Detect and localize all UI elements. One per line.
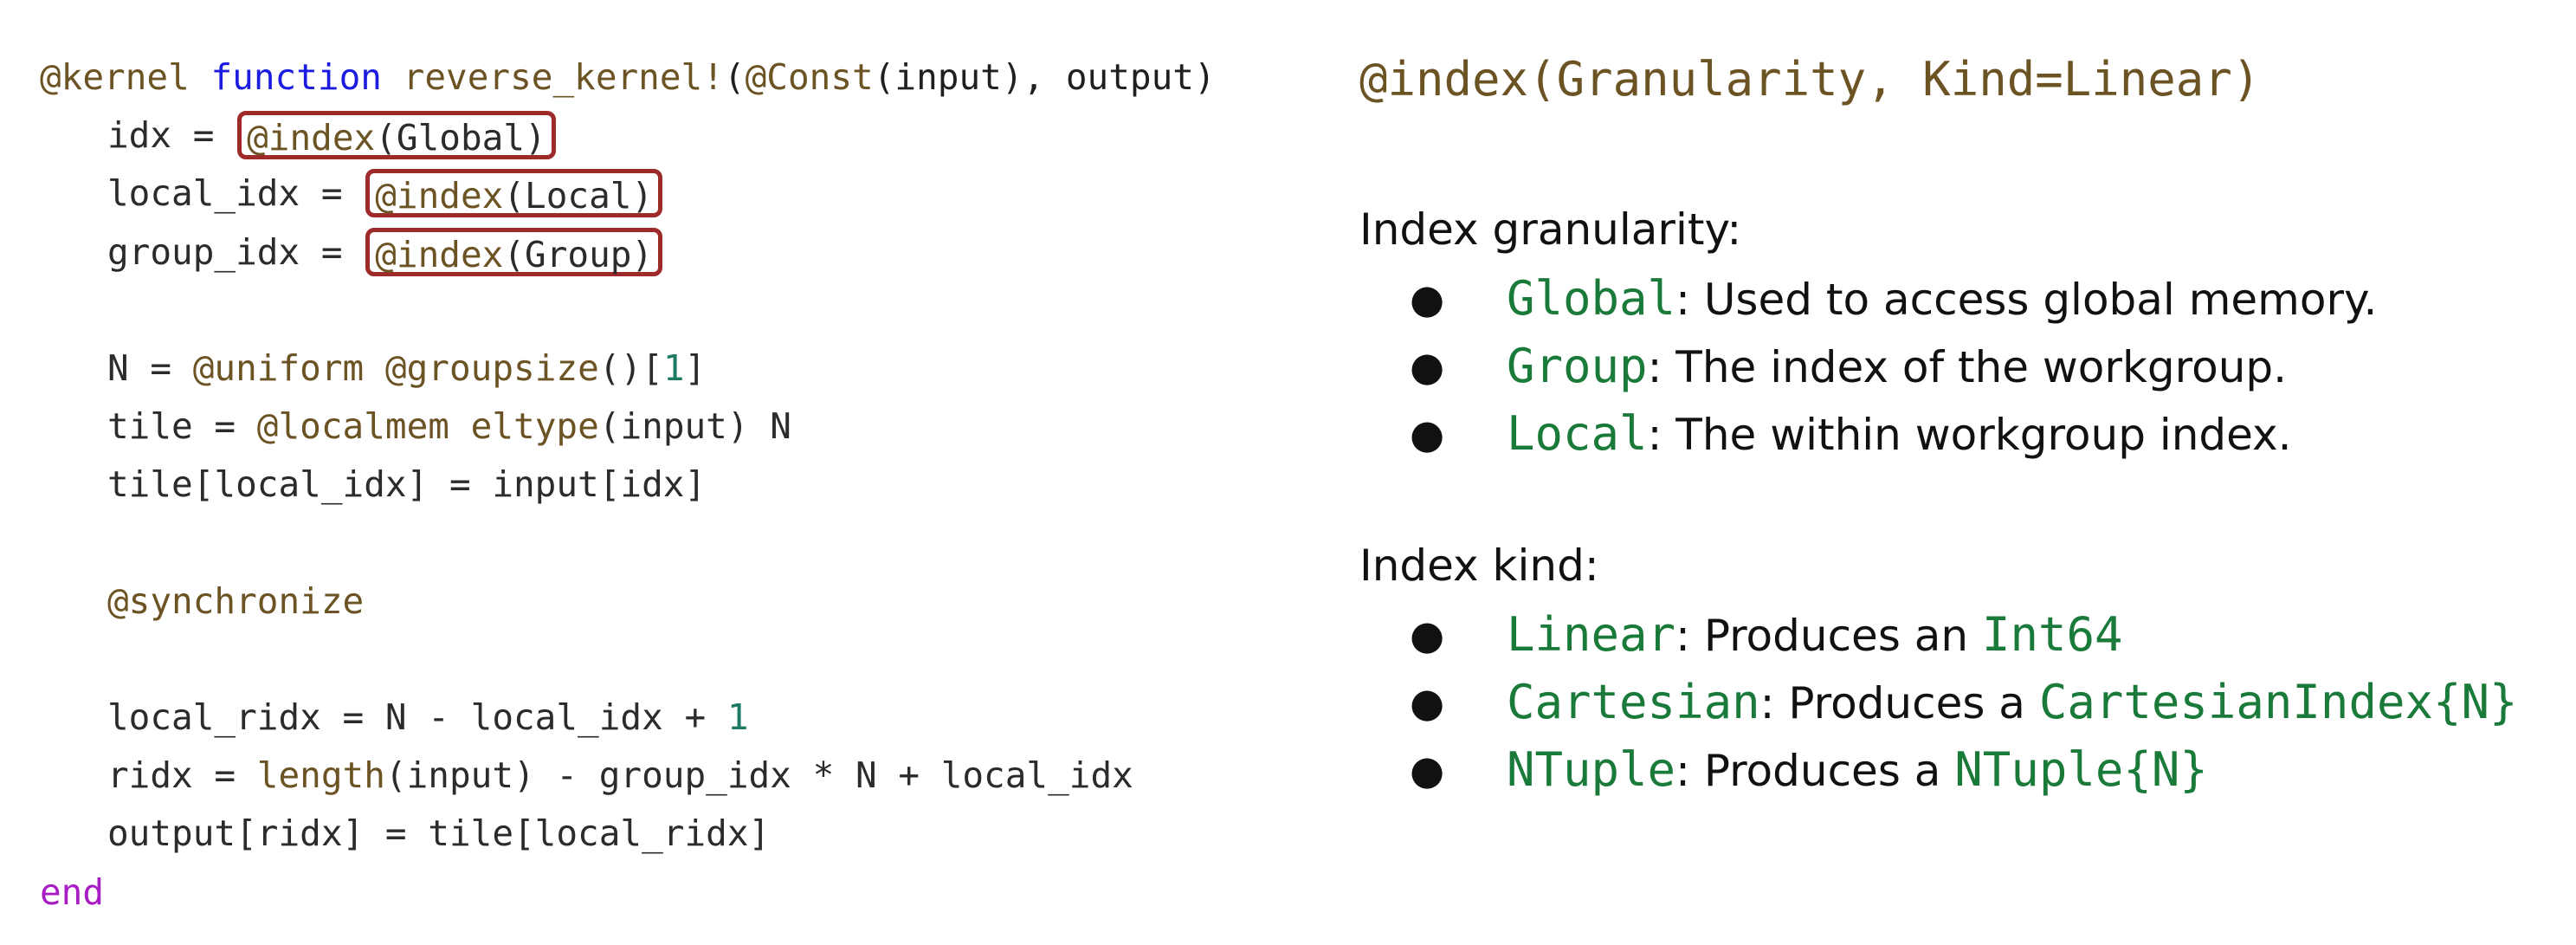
- code-line-10: @synchronize: [40, 573, 1339, 631]
- code-line-13: ridx = length(input) - group_idx * N + l…: [40, 747, 1339, 805]
- const-macro: @Const: [745, 56, 874, 98]
- function-keyword: function: [210, 56, 382, 98]
- code-line-2: idx = @index(Global): [40, 107, 1339, 165]
- index-macro: @index: [375, 175, 504, 217]
- local-ridx-assign: local_ridx = N - local_idx +: [107, 696, 727, 739]
- granularity-desc: : The index of the workgroup.: [1647, 342, 2288, 392]
- kind-desc: : Produces a: [1675, 746, 1955, 796]
- kind-type: Int64: [1981, 607, 2123, 662]
- code-line-6: N = @uniform @groupsize()[1]: [40, 340, 1339, 398]
- length-function: length: [256, 754, 385, 797]
- code-line-8: tile[local_idx] = input[idx]: [40, 456, 1339, 514]
- index-macro: @index: [375, 233, 504, 275]
- bullet: ●: [1410, 747, 1445, 793]
- granularity-name: Group: [1507, 339, 1648, 393]
- paren-open: (: [723, 56, 746, 98]
- list-item-ntuple: ● NTuple: Produces a NTuple{N}: [1359, 736, 2567, 804]
- code-line-1: @kernel function reverse_kernel!(@Const(…: [40, 49, 1339, 107]
- kind-heading: Index kind:: [1359, 540, 1599, 591]
- tile-assign: tile =: [107, 405, 257, 448]
- bullet: ●: [1410, 411, 1445, 457]
- granularity-desc: : The within workgroup index.: [1647, 410, 2292, 460]
- bullet: ●: [1410, 679, 1445, 726]
- highlight-index-group: @index(Group): [365, 227, 663, 276]
- bullet: ●: [1410, 612, 1445, 658]
- kind-name: Cartesian: [1507, 675, 1760, 729]
- n-assign: N =: [107, 346, 193, 389]
- index-macro: @index: [247, 117, 376, 159]
- index-number: 1: [662, 346, 685, 389]
- end-keyword: end: [40, 871, 105, 913]
- eltype-args: (input) N: [598, 405, 791, 448]
- group-idx-assign: group_idx =: [107, 230, 365, 273]
- idx-assign: idx =: [107, 114, 236, 157]
- bullet: ●: [1410, 343, 1445, 390]
- slide: @kernel function reverse_kernel!(@Const(…: [0, 0, 2576, 945]
- code-line-15: end: [40, 864, 1339, 922]
- kind-type: NTuple{N}: [1954, 742, 2208, 797]
- highlight-index-local: @index(Local): [365, 169, 663, 218]
- ridx-assign: ridx =: [107, 754, 257, 797]
- kind-list: ● Linear: Produces an Int64 ● Cartesian: P…: [1359, 601, 2567, 804]
- granularity-heading: Index granularity:: [1359, 204, 1742, 255]
- synchronize-macro: @synchronize: [107, 579, 365, 622]
- kind-type: CartesianIndex{N}: [2038, 675, 2518, 729]
- ridx-expression: (input) - group_idx * N + local_idx: [384, 754, 1133, 797]
- code-line-12: local_ridx = N - local_idx + 1: [40, 689, 1339, 747]
- tile-store: tile[local_idx] = input[idx]: [107, 463, 707, 506]
- kernel-macro: @kernel: [40, 56, 190, 98]
- eltype-function: eltype: [470, 405, 599, 448]
- highlight-index-global: @index(Global): [237, 111, 556, 160]
- output-store: output[ridx] = tile[local_ridx]: [107, 812, 771, 855]
- kind-desc: : Produces a: [1759, 678, 2039, 728]
- uniform-macro: @uniform: [192, 346, 365, 389]
- list-item-group: ● Group: The index of the workgroup.: [1359, 333, 2567, 400]
- code-line-blank-11: [40, 631, 1339, 689]
- granularity-list: ● Global: Used to access global memory. ●…: [1359, 265, 2567, 468]
- code-line-7: tile = @localmem eltype(input) N: [40, 398, 1339, 456]
- code-line-14: output[ridx] = tile[local_ridx]: [40, 805, 1339, 863]
- localmem-macro: @localmem: [256, 405, 449, 448]
- granularity-name: Global: [1507, 271, 1676, 326]
- function-args: (input), output): [873, 56, 1216, 98]
- index-arg-local: (Local): [503, 175, 654, 217]
- code-line-blank-5: [40, 282, 1339, 340]
- kind-desc: : Produces an: [1675, 611, 1982, 661]
- groupsize-macro: @groupsize: [384, 346, 599, 389]
- list-item-cartesian: ● Cartesian: Produces a CartesianIndex{N}: [1359, 669, 2567, 736]
- bracket-close: ]: [684, 346, 707, 389]
- kind-name: NTuple: [1507, 742, 1676, 797]
- code-line-3: local_idx = @index(Local): [40, 165, 1339, 223]
- local-idx-assign: local_idx =: [107, 172, 365, 215]
- kind-name: Linear: [1507, 607, 1676, 662]
- index-signature: @index(Granularity, Kind=Linear): [1359, 52, 2261, 107]
- function-name: reverse_kernel!: [403, 56, 724, 98]
- index-arg-global: (Global): [375, 117, 546, 159]
- list-item-local: ● Local: The within workgroup index.: [1359, 400, 2567, 468]
- granularity-name: Local: [1507, 406, 1648, 461]
- code-line-blank-9: [40, 515, 1339, 573]
- docs-panel: @index(Granularity, Kind=Linear) Index g…: [1359, 45, 2567, 804]
- bullet: ●: [1410, 275, 1445, 322]
- groupsize-call: ()[: [598, 346, 663, 389]
- index-arg-group: (Group): [503, 233, 654, 275]
- granularity-desc: : Used to access global memory.: [1675, 275, 2378, 325]
- code-block: @kernel function reverse_kernel!(@Const(…: [40, 49, 1339, 922]
- list-item-linear: ● Linear: Produces an Int64: [1359, 601, 2567, 669]
- offset-number: 1: [726, 696, 749, 739]
- code-line-4: group_idx = @index(Group): [40, 223, 1339, 282]
- list-item-global: ● Global: Used to access global memory.: [1359, 265, 2567, 333]
